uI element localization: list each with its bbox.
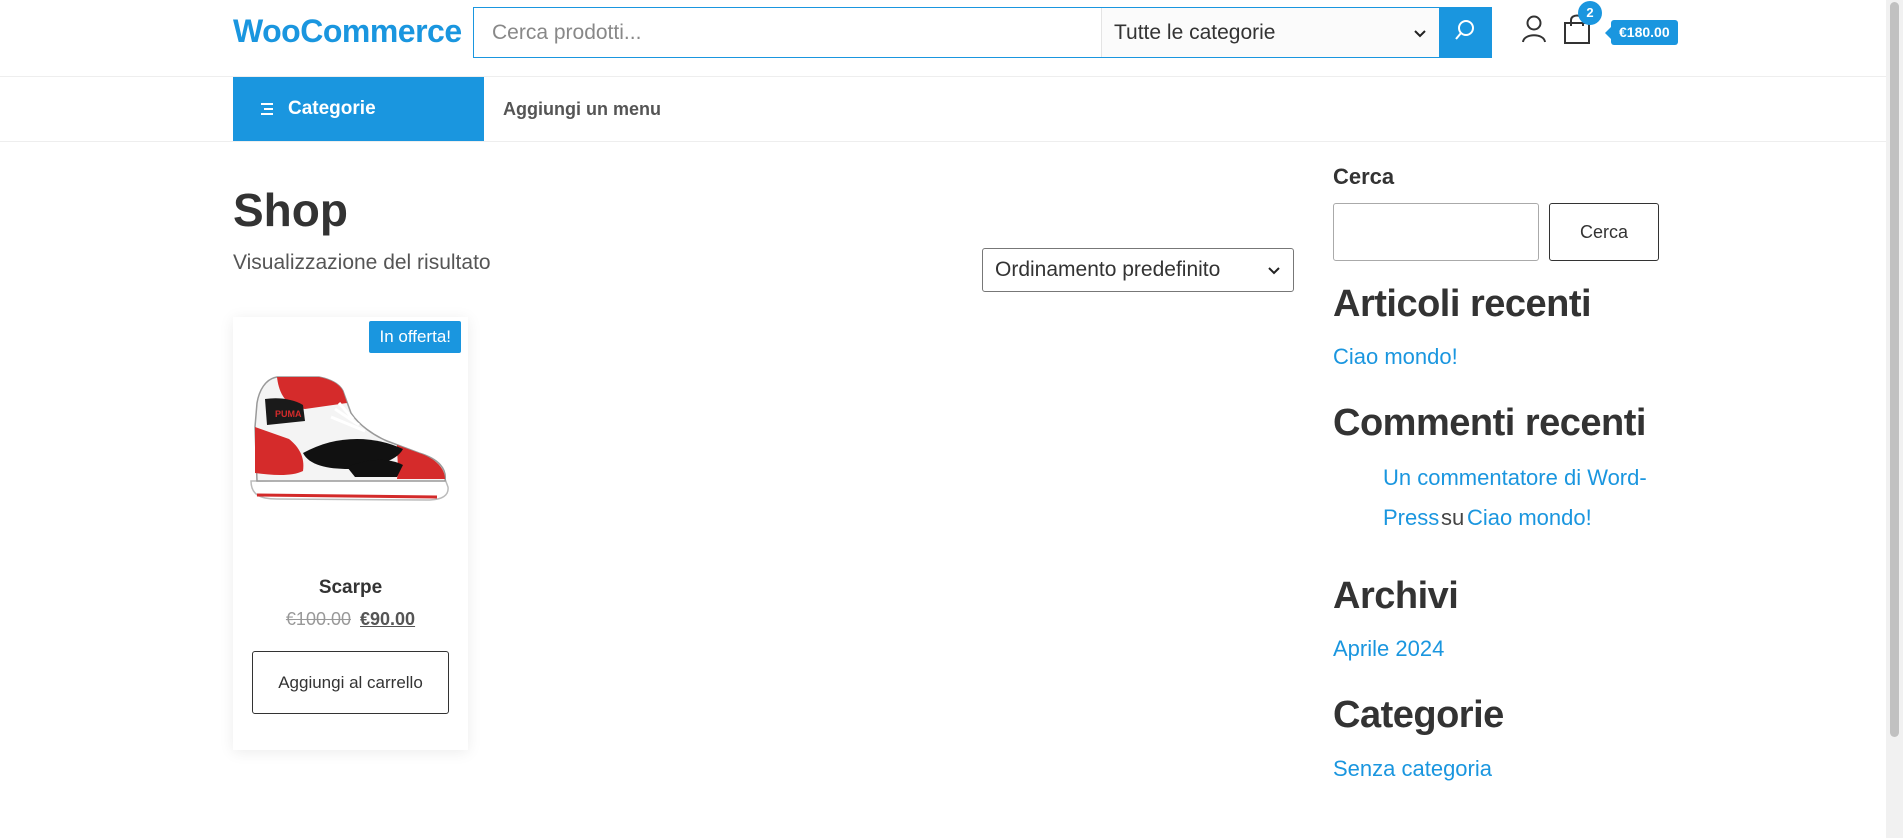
categories-heading: Categorie <box>1333 694 1504 736</box>
category-link[interactable]: Senza categoria <box>1333 756 1492 782</box>
main-navigation: Categorie Aggiungi un menu <box>0 77 1886 142</box>
search-button[interactable] <box>1439 8 1491 57</box>
comment-on-text: su <box>1441 505 1465 530</box>
comment-author-link-continued[interactable]: Press <box>1383 505 1439 531</box>
sidebar-search-input[interactable] <box>1333 203 1539 261</box>
categories-menu-label: Categorie <box>288 98 376 119</box>
chevron-down-icon <box>1267 258 1281 282</box>
sale-badge: In offerta! <box>369 321 461 353</box>
sidebar-search-button[interactable]: Cerca <box>1549 203 1659 261</box>
recent-comments-heading: Commenti recenti <box>1333 402 1646 444</box>
search-icon <box>1454 19 1476 46</box>
site-header: WooCommerce Tutte le categorie 2 €180.00 <box>0 0 1886 77</box>
product-name[interactable]: Scarpe <box>233 577 468 599</box>
sidebar-search-label: Cerca <box>1333 164 1395 189</box>
recent-post-link[interactable]: Ciao mondo! <box>1333 344 1458 370</box>
orderby-value: Ordinamento predefinito <box>995 258 1221 281</box>
add-to-cart-button[interactable]: Aggiungi al carrello <box>252 651 449 714</box>
comment-post-link[interactable]: Ciao mondo! <box>1467 505 1592 531</box>
result-count: Visualizzazione del risultato <box>233 251 491 274</box>
page-title: Shop <box>233 184 348 236</box>
site-logo[interactable]: WooCommerce <box>233 13 462 50</box>
product-search-bar: Tutte le categorie <box>473 7 1492 58</box>
categories-menu-button[interactable]: Categorie <box>233 77 484 141</box>
svg-text:PUMA: PUMA <box>275 409 302 419</box>
chevron-down-icon <box>1413 21 1427 45</box>
archive-link[interactable]: Aprile 2024 <box>1333 636 1444 662</box>
cart-total[interactable]: €180.00 <box>1605 20 1678 45</box>
regular-price: €100.00 <box>285 609 351 629</box>
category-select-value: Tutte le categorie <box>1114 20 1276 44</box>
orderby-select[interactable]: Ordinamento predefinito <box>982 248 1294 292</box>
comment-author-link[interactable]: Un commentatore di Word- <box>1383 465 1647 491</box>
add-menu-link[interactable]: Aggiungi un menu <box>503 99 661 120</box>
cart-count-badge: 2 <box>1578 1 1602 25</box>
category-select[interactable]: Tutte le categorie <box>1101 8 1439 57</box>
recent-posts-heading: Articoli recenti <box>1333 283 1592 325</box>
scrollbar-thumb[interactable] <box>1890 2 1899 737</box>
product-price: €100.00 €90.00 <box>233 609 468 630</box>
archives-heading: Archivi <box>1333 575 1459 617</box>
product-image-sneaker[interactable]: PUMA <box>247 369 453 529</box>
vertical-scrollbar[interactable] <box>1886 0 1903 838</box>
user-icon[interactable] <box>1521 15 1547 43</box>
sale-price: €90.00 <box>360 609 416 629</box>
product-search-input[interactable] <box>474 8 1101 57</box>
menu-icon <box>260 102 274 116</box>
product-card[interactable]: In offerta! PUMA Scarpe €100.00 €90.00 A… <box>233 317 468 750</box>
